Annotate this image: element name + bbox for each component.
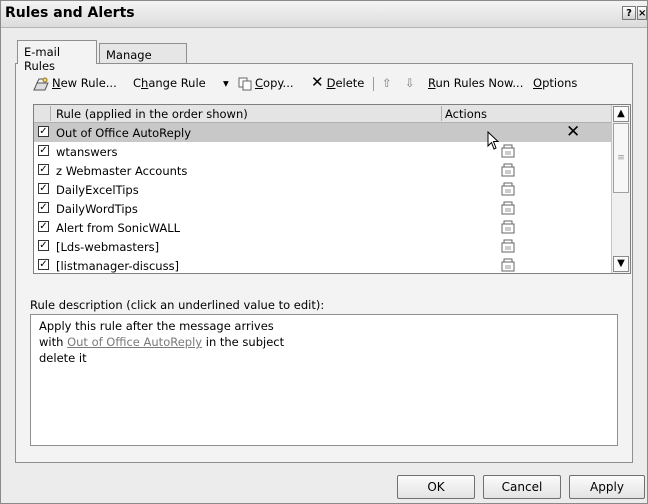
move-to-folder-icon — [501, 201, 515, 215]
rules-toolbar: New Rule... Change Rule ▾ Copy... ✕ Delet… — [33, 74, 613, 94]
move-to-folder-icon — [501, 258, 515, 272]
change-rule-label-a: C — [133, 76, 142, 90]
rules-and-alerts-dialog: Rules and Alerts ? × E-mail Rules Manage… — [0, 0, 648, 504]
cancel-button[interactable]: Cancel — [483, 475, 561, 499]
column-header-actions[interactable]: Actions — [445, 107, 487, 121]
rule-row[interactable]: ✓ DailyWordTips — [34, 199, 612, 218]
move-to-folder-icon — [501, 182, 515, 196]
delete-icon: ✕ — [311, 73, 324, 91]
scroll-down-button[interactable]: ▼ — [613, 256, 629, 272]
delete-label-b: elete — [335, 76, 365, 90]
email-rules-panel: New Rule... Change Rule ▾ Copy... ✕ Delet… — [15, 63, 633, 463]
scroll-thumb[interactable]: ≡ — [613, 123, 629, 193]
apply-button[interactable]: Apply — [569, 475, 645, 499]
rule-enabled-checkbox[interactable]: ✓ — [38, 240, 49, 251]
mouse-pointer-icon — [487, 131, 500, 150]
rule-name: z Webmaster Accounts — [56, 164, 188, 178]
move-up-button[interactable]: ⇧ — [382, 76, 392, 90]
rule-name: [listmanager-discuss] — [56, 259, 180, 273]
description-text: in the subject — [202, 335, 285, 349]
rule-name: DailyWordTips — [56, 202, 138, 216]
change-rule-dropdown-icon[interactable]: ▾ — [223, 76, 229, 90]
rule-name: DailyExcelTips — [56, 183, 139, 197]
rules-list[interactable]: Rule (applied in the order shown) Action… — [33, 104, 631, 274]
move-to-folder-icon — [501, 163, 515, 177]
rule-row[interactable]: ✓ z Webmaster Accounts — [34, 161, 612, 180]
rule-enabled-checkbox[interactable]: ✓ — [38, 164, 49, 175]
description-line: delete it — [39, 351, 87, 365]
rule-enabled-checkbox[interactable]: ✓ — [38, 145, 49, 156]
move-to-folder-icon — [501, 144, 515, 158]
rule-name: wtanswers — [56, 145, 118, 159]
rule-description-box: Apply this rule after the message arrive… — [30, 314, 618, 446]
rules-list-header: Rule (applied in the order shown) Action… — [34, 105, 612, 123]
description-line: Apply this rule after the message arrive… — [39, 319, 274, 333]
new-rule-icon — [33, 77, 49, 90]
options-button[interactable]: Options — [533, 76, 577, 90]
move-up-icon: ⇧ — [382, 76, 392, 90]
tab-manage-alerts[interactable]: Manage Alerts — [99, 43, 187, 76]
rule-row[interactable]: ✓ wtanswers — [34, 142, 612, 161]
rule-enabled-checkbox[interactable]: ✓ — [38, 183, 49, 194]
new-rule-button[interactable]: New Rule... — [33, 76, 117, 91]
move-to-folder-icon — [501, 220, 515, 234]
move-down-button[interactable]: ⇩ — [405, 76, 415, 90]
rule-row[interactable]: ✓ Alert from SonicWALL — [34, 218, 612, 237]
header-divider — [50, 106, 51, 121]
move-to-folder-icon — [501, 239, 515, 253]
rule-description-label: Rule description (click an underlined va… — [30, 298, 325, 312]
rule-enabled-checkbox[interactable]: ✓ — [38, 221, 49, 232]
description-text: with — [39, 335, 68, 349]
copy-accel: C — [255, 76, 264, 90]
move-down-icon: ⇩ — [405, 76, 415, 90]
column-header-rule[interactable]: Rule (applied in the order shown) — [56, 107, 248, 121]
options-label-b: ptions — [542, 76, 578, 90]
header-divider — [441, 106, 442, 121]
scroll-up-button[interactable]: ▲ — [613, 106, 629, 122]
rule-row[interactable]: ✓ [listmanager-discuss] — [34, 256, 612, 273]
options-accel: O — [533, 76, 543, 90]
run-rules-now-button[interactable]: Run Rules Now... — [428, 76, 523, 90]
tab-email-rules[interactable]: E-mail Rules — [17, 40, 97, 73]
help-button[interactable]: ? — [622, 6, 636, 20]
rule-enabled-checkbox[interactable]: ✓ — [38, 126, 49, 137]
rule-row[interactable]: ✓ DailyExcelTips — [34, 180, 612, 199]
copy-button[interactable]: Copy... — [238, 76, 294, 91]
rule-name: Out of Office AutoReply — [56, 126, 192, 140]
rule-enabled-checkbox[interactable]: ✓ — [38, 259, 49, 270]
change-rule-button[interactable]: Change Rule — [133, 76, 206, 90]
rule-name: [Lds-webmasters] — [56, 240, 160, 254]
delete-button[interactable]: ✕ Delete — [311, 73, 365, 91]
rule-enabled-checkbox[interactable]: ✓ — [38, 202, 49, 213]
ok-button[interactable]: OK — [397, 475, 475, 499]
subject-value-link[interactable]: Out of Office AutoReply — [67, 335, 202, 349]
rule-row[interactable]: ✓ Out of Office AutoReply ✕ — [34, 122, 612, 142]
rule-row[interactable]: ✓ [Lds-webmasters] — [34, 237, 612, 256]
copy-icon — [238, 77, 252, 90]
description-line: with Out of Office AutoReply in the subj… — [39, 334, 609, 350]
rule-name: Alert from SonicWALL — [56, 221, 181, 235]
change-rule-label-b: ange Rule — [148, 76, 206, 90]
title-bar[interactable]: Rules and Alerts ? × — [1, 1, 647, 28]
new-rule-label-b: ew Rule... — [60, 76, 117, 90]
dialog-title: Rules and Alerts — [5, 5, 135, 21]
copy-label-b: opy... — [263, 76, 294, 90]
toolbar-divider — [373, 77, 374, 91]
new-rule-accel: N — [52, 76, 61, 90]
delete-action-icon: ✕ — [566, 122, 581, 142]
close-button[interactable]: × — [637, 6, 647, 20]
rules-list-scrollbar[interactable]: ▲ ≡ ▼ — [611, 105, 630, 273]
run-rules-label-b: un Rules Now... — [435, 76, 524, 90]
